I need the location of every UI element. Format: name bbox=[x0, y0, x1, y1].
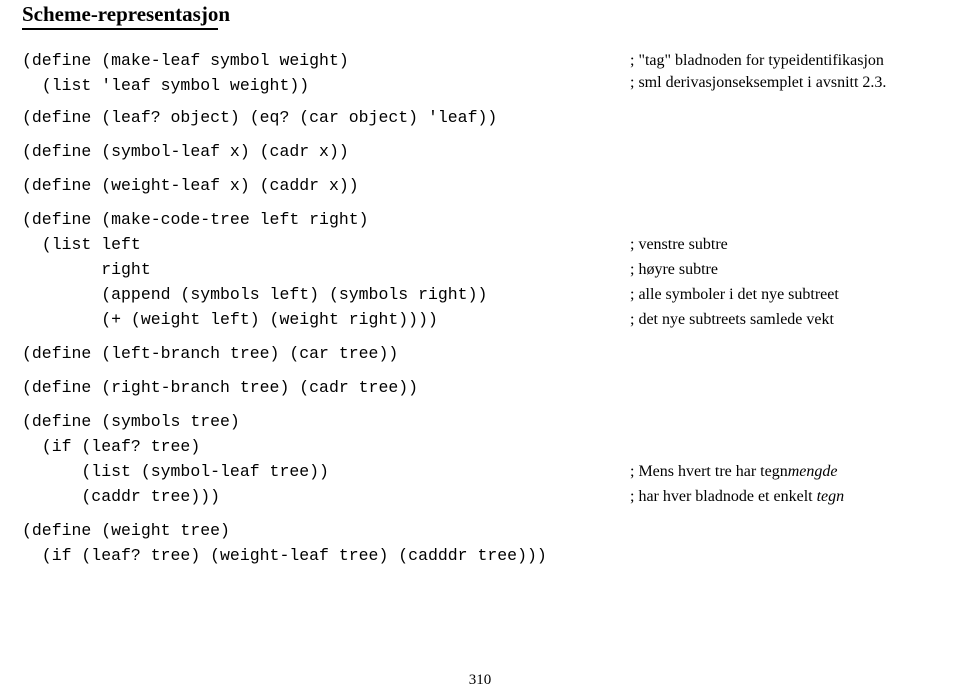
code-line: (define (weight-leaf x) (caddr x)) bbox=[22, 176, 359, 195]
comment-emphasis: tegn bbox=[816, 488, 845, 505]
code-line: (define (weight tree) bbox=[22, 521, 230, 540]
code-line: right bbox=[22, 260, 151, 279]
code-line: (define (symbols tree) bbox=[22, 412, 240, 431]
comment-text: ; sml derivasjonseksemplet i avsnitt 2.3… bbox=[630, 74, 887, 91]
comment-emphasis: mengde bbox=[787, 463, 838, 480]
title-underline bbox=[22, 28, 218, 30]
document-page: Scheme-representasjon (define (make-leaf… bbox=[0, 0, 960, 698]
code-line: (list left bbox=[22, 235, 141, 254]
code-line: (list 'leaf symbol weight)) bbox=[22, 76, 310, 95]
page-title: Scheme-representasjon bbox=[22, 2, 231, 26]
comment-line: ; alle symboler i det nye subtreet bbox=[630, 282, 839, 307]
comment-line: ; har hver bladnode et enkelt tegn bbox=[630, 484, 844, 509]
code-line: (if (leaf? tree) bbox=[22, 437, 201, 456]
code-line: (list (symbol-leaf tree)) bbox=[22, 462, 329, 481]
code-line: (define (left-branch tree) (car tree)) bbox=[22, 344, 399, 363]
code-line: (define (make-leaf symbol weight) bbox=[22, 51, 349, 70]
comment-line: ; venstre subtre bbox=[630, 232, 728, 257]
code-line: (caddr tree))) bbox=[22, 487, 221, 506]
code-line: (if (leaf? tree) (weight-leaf tree) (cad… bbox=[22, 546, 547, 565]
comment-text: ; har hver bladnode et enkelt bbox=[630, 488, 817, 505]
code-line: (+ (weight left) (weight right)))) bbox=[22, 310, 438, 329]
comment-text: ; det nye subtreets samlede vekt bbox=[630, 311, 834, 328]
comment-line: ; Mens hvert tre har tegnmengde bbox=[630, 459, 838, 484]
comment-text: ; "tag" bladnoden for typeidentifikasjon bbox=[630, 52, 884, 69]
comment-line: ; sml derivasjonseksemplet i avsnitt 2.3… bbox=[630, 70, 886, 95]
comment-text: ; alle symboler i det nye subtreet bbox=[630, 286, 839, 303]
comment-line: ; høyre subtre bbox=[630, 257, 718, 282]
code-line: (define (leaf? object) (eq? (car object)… bbox=[22, 108, 498, 127]
comment-text: ; venstre subtre bbox=[630, 236, 728, 253]
comment-text: ; Mens hvert tre har tegn bbox=[630, 463, 788, 480]
comment-line: ; det nye subtreets samlede vekt bbox=[630, 307, 834, 332]
code-line: (define (symbol-leaf x) (cadr x)) bbox=[22, 142, 349, 161]
page-number: 310 bbox=[468, 672, 492, 688]
code-line: (define (make-code-tree left right) bbox=[22, 210, 369, 229]
code-line: (append (symbols left) (symbols right)) bbox=[22, 285, 488, 304]
comment-text: ; høyre subtre bbox=[630, 261, 718, 278]
code-line: (define (right-branch tree) (cadr tree)) bbox=[22, 378, 419, 397]
